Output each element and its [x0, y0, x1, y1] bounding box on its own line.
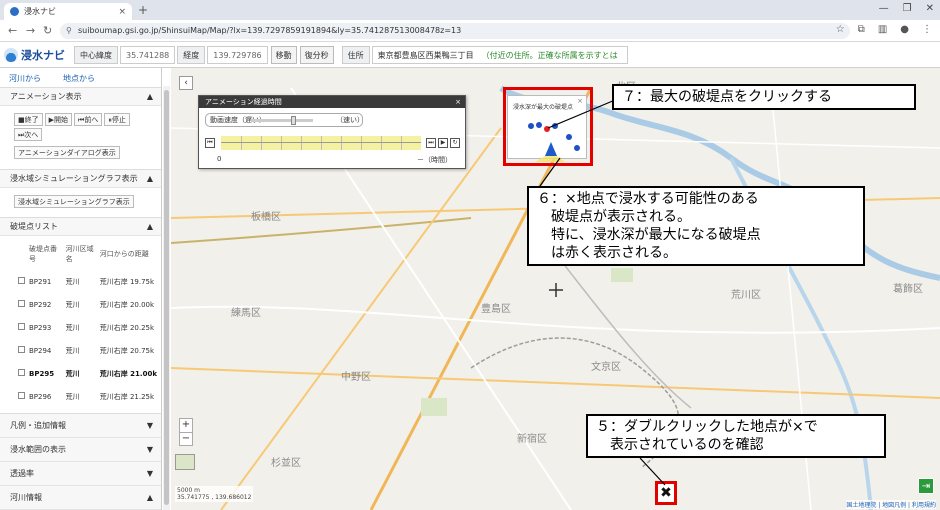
annotation-step5: ５：ダブルクリックした地点が×で 表示されているのを確認: [586, 414, 886, 458]
annotation-step6: ６：×地点で浸水する可能性のある 破堤点が表示される。 特に、浸水深が最大になる…: [527, 186, 865, 266]
annotation-step7: ７：最大の破堤点をクリックする: [612, 84, 916, 110]
